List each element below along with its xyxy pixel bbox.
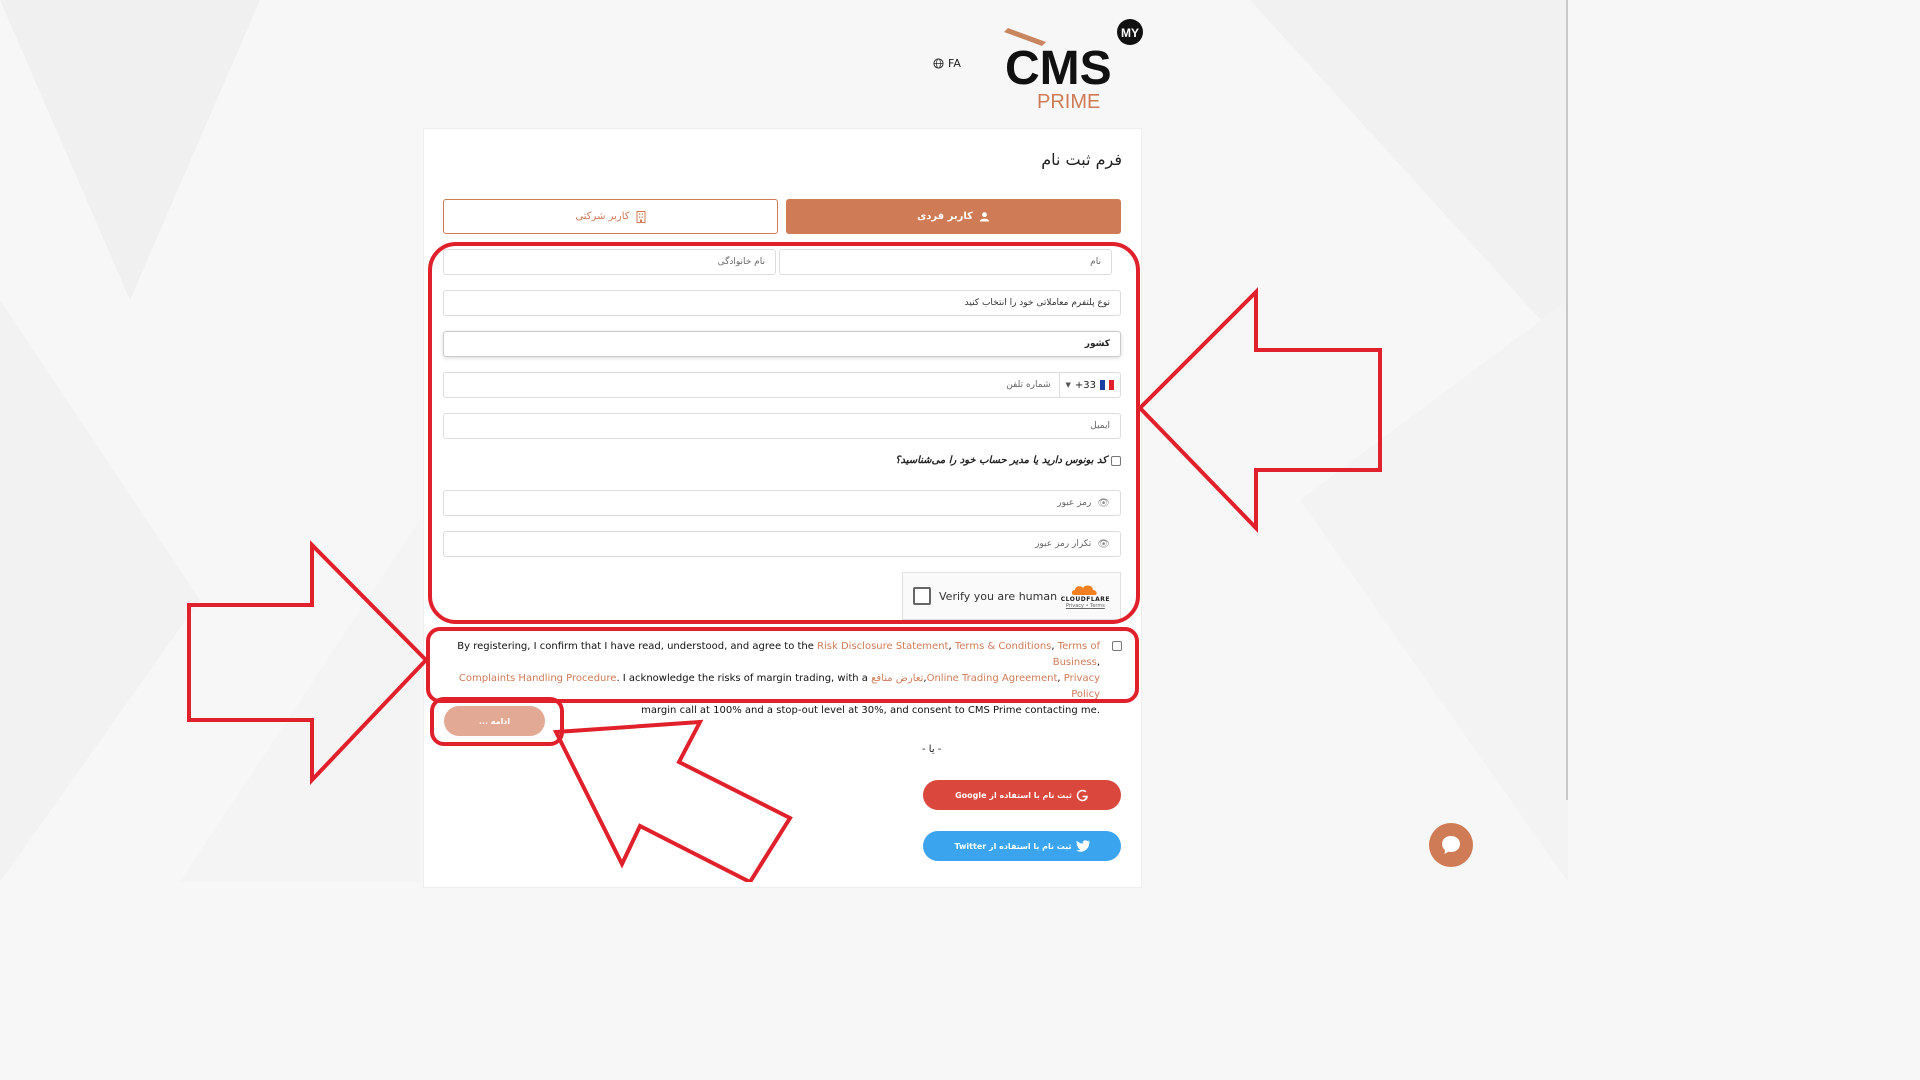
conflict-of-interest-link[interactable]: تعارض منافع [871, 673, 923, 684]
cloudflare-text: CLOUDFLARE [1060, 596, 1110, 603]
globe-icon [933, 58, 944, 69]
twitter-signup-label: ثبت نام با استفاده از Twitter [954, 841, 1072, 851]
cloudflare-captcha: Verify you are human CLOUDFLARE Privacy … [902, 572, 1121, 620]
bonus-checkbox[interactable] [1111, 455, 1121, 466]
google-signup-label: ثبت نام با استفاده از Google [955, 790, 1072, 800]
tab-individual-user[interactable]: کاربر فردی [786, 199, 1121, 234]
country-label: کشور [1084, 339, 1110, 349]
terms-business-link[interactable]: Terms of Business [1053, 641, 1100, 668]
annotation-arrow-left [187, 540, 429, 786]
tab-individual-label: کاربر فردی [917, 211, 973, 222]
logo-prime-text: PRIME [1037, 91, 1100, 113]
annotation-arrow-right [1137, 287, 1382, 533]
chat-widget-button[interactable] [1429, 823, 1473, 867]
google-signup-button[interactable]: ثبت نام با استفاده از Google [923, 780, 1121, 810]
eye-off-icon[interactable]: 👁 [1097, 498, 1110, 509]
risk-disclosure-link[interactable]: Risk Disclosure Statement [817, 641, 948, 652]
tab-company-user[interactable]: کاربر شرکتی [443, 199, 778, 234]
phone-input[interactable]: ▼ +33 شماره تلفن [443, 372, 1121, 398]
google-icon [1076, 789, 1088, 801]
continue-button[interactable]: ادامه ... [444, 706, 545, 736]
chevron-down-icon: ▼ [1065, 381, 1071, 389]
terms-conditions-link[interactable]: Terms & Conditions [955, 641, 1052, 652]
twitter-signup-button[interactable]: ثبت نام با استفاده از Twitter [923, 831, 1121, 861]
chat-icon [1442, 836, 1460, 854]
building-icon [636, 210, 646, 223]
last-name-input[interactable]: نام خانوادگی [443, 249, 776, 275]
email-placeholder: ایمیل [1090, 421, 1110, 431]
country-code-selector[interactable]: ▼ +33 [1058, 373, 1121, 397]
captcha-checkbox[interactable] [913, 587, 931, 605]
terms-text: By registering, I confirm that I have re… [457, 641, 1100, 716]
online-trading-agreement-link[interactable]: Online Trading Agreement [927, 673, 1058, 684]
phone-placeholder: شماره تلفن [1006, 380, 1051, 390]
platform-placeholder: نوع پلتفرم معاملاتی خود را انتخاب کنید [964, 298, 1110, 308]
password-repeat-input[interactable]: 👁 تکرار رمز عبور [443, 531, 1121, 557]
bonus-label: کد بونوس دارید یا مدیر حساب خود را می‌شن… [895, 455, 1107, 466]
email-input[interactable]: ایمیل [443, 413, 1121, 439]
eye-off-icon[interactable]: 👁 [1097, 539, 1110, 550]
cloudflare-links[interactable]: Privacy • Terms [1066, 603, 1105, 609]
first-name-input[interactable]: نام [779, 249, 1112, 275]
password-repeat-placeholder: تکرار رمز عبور [1035, 539, 1092, 549]
first-name-placeholder: نام [1090, 257, 1101, 267]
scrollbar[interactable] [1566, 0, 1568, 800]
tab-company-label: کاربر شرکتی [575, 211, 630, 222]
complaints-link[interactable]: Complaints Handling Procedure [459, 673, 617, 684]
last-name-placeholder: نام خانوادگی [717, 257, 765, 267]
terms-checkbox[interactable] [1112, 641, 1122, 651]
cloudflare-icon [1072, 585, 1098, 595]
password-placeholder: رمز عبور [1057, 498, 1092, 508]
platform-select[interactable]: نوع پلتفرم معاملاتی خود را انتخاب کنید [443, 290, 1121, 316]
country-code: +33 [1074, 379, 1096, 391]
password-input[interactable]: 👁 رمز عبور [443, 490, 1121, 516]
page-title: فرم ثبت نام [1041, 150, 1122, 169]
twitter-icon [1075, 840, 1090, 852]
country-select[interactable]: کشور [443, 331, 1121, 357]
france-flag-icon [1100, 380, 1115, 390]
language-selector[interactable]: FA [933, 57, 961, 70]
cloudflare-brand: CLOUDFLARE Privacy • Terms [1061, 583, 1110, 609]
language-label: FA [948, 57, 961, 70]
or-divider: - یا - [922, 744, 942, 755]
logo-my-text: MY [1121, 26, 1139, 40]
user-icon [979, 212, 990, 222]
privacy-policy-link[interactable]: Privacy Policy [1064, 673, 1100, 700]
bonus-code-toggle[interactable]: کد بونوس دارید یا مدیر حساب خود را می‌شن… [895, 455, 1121, 466]
cms-prime-logo[interactable]: MY CMS PRIME [1002, 18, 1147, 113]
captcha-label: Verify you are human [939, 589, 1058, 603]
logo-cms-text: CMS [1005, 42, 1112, 95]
